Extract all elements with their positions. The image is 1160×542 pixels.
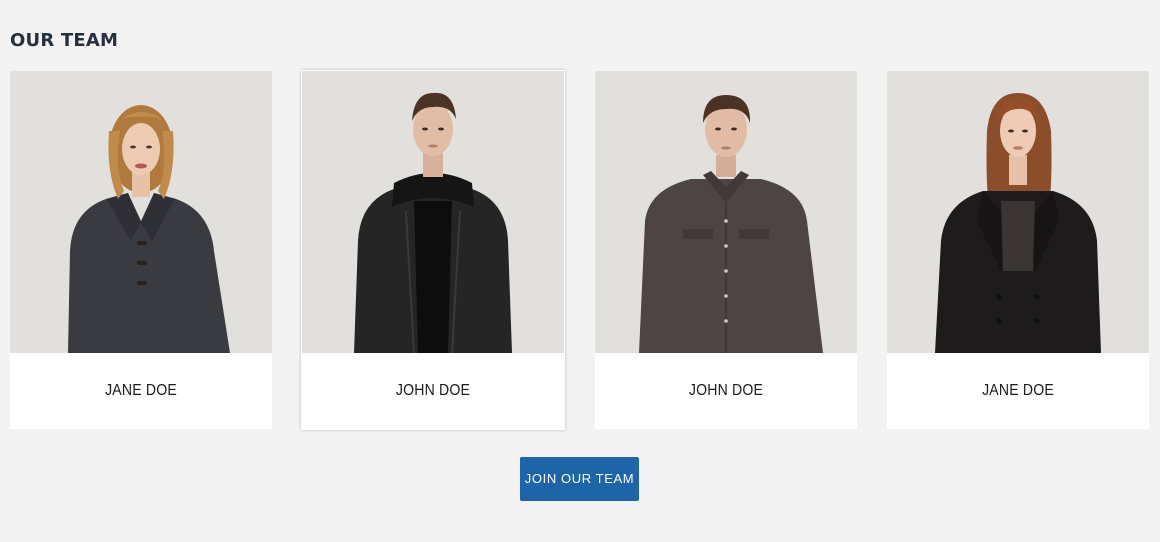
woman-black-coat-image	[935, 93, 1101, 353]
team-member-card[interactable]: JOHN DOE	[595, 71, 857, 429]
team-member-name: JANE DOE	[982, 382, 1054, 399]
team-member-name: JOHN DOE	[688, 382, 764, 399]
team-member-card[interactable]: JOHN DOE	[301, 70, 565, 430]
team-member-photo	[302, 71, 564, 353]
team-member-card[interactable]: JANE DOE	[10, 71, 272, 429]
man-brown-shirt-image	[639, 95, 823, 353]
team-member-name: JOHN DOE	[395, 382, 471, 399]
team-member-photo	[10, 71, 272, 353]
woman-grey-coat-image	[68, 105, 230, 353]
team-member-name: JANE DOE	[105, 382, 177, 399]
section-title: OUR TEAM	[10, 30, 119, 51]
join-our-team-button[interactable]: JOIN OUR TEAM	[520, 457, 639, 501]
team-member-photo	[595, 71, 857, 353]
team-member-photo	[887, 71, 1149, 353]
man-leather-jacket-image	[354, 92, 512, 353]
team-member-card[interactable]: JANE DOE	[887, 71, 1149, 429]
our-team-section: OUR TEAM JANE DOE JOHN DOE JOHN DOE JANE…	[0, 0, 1160, 542]
